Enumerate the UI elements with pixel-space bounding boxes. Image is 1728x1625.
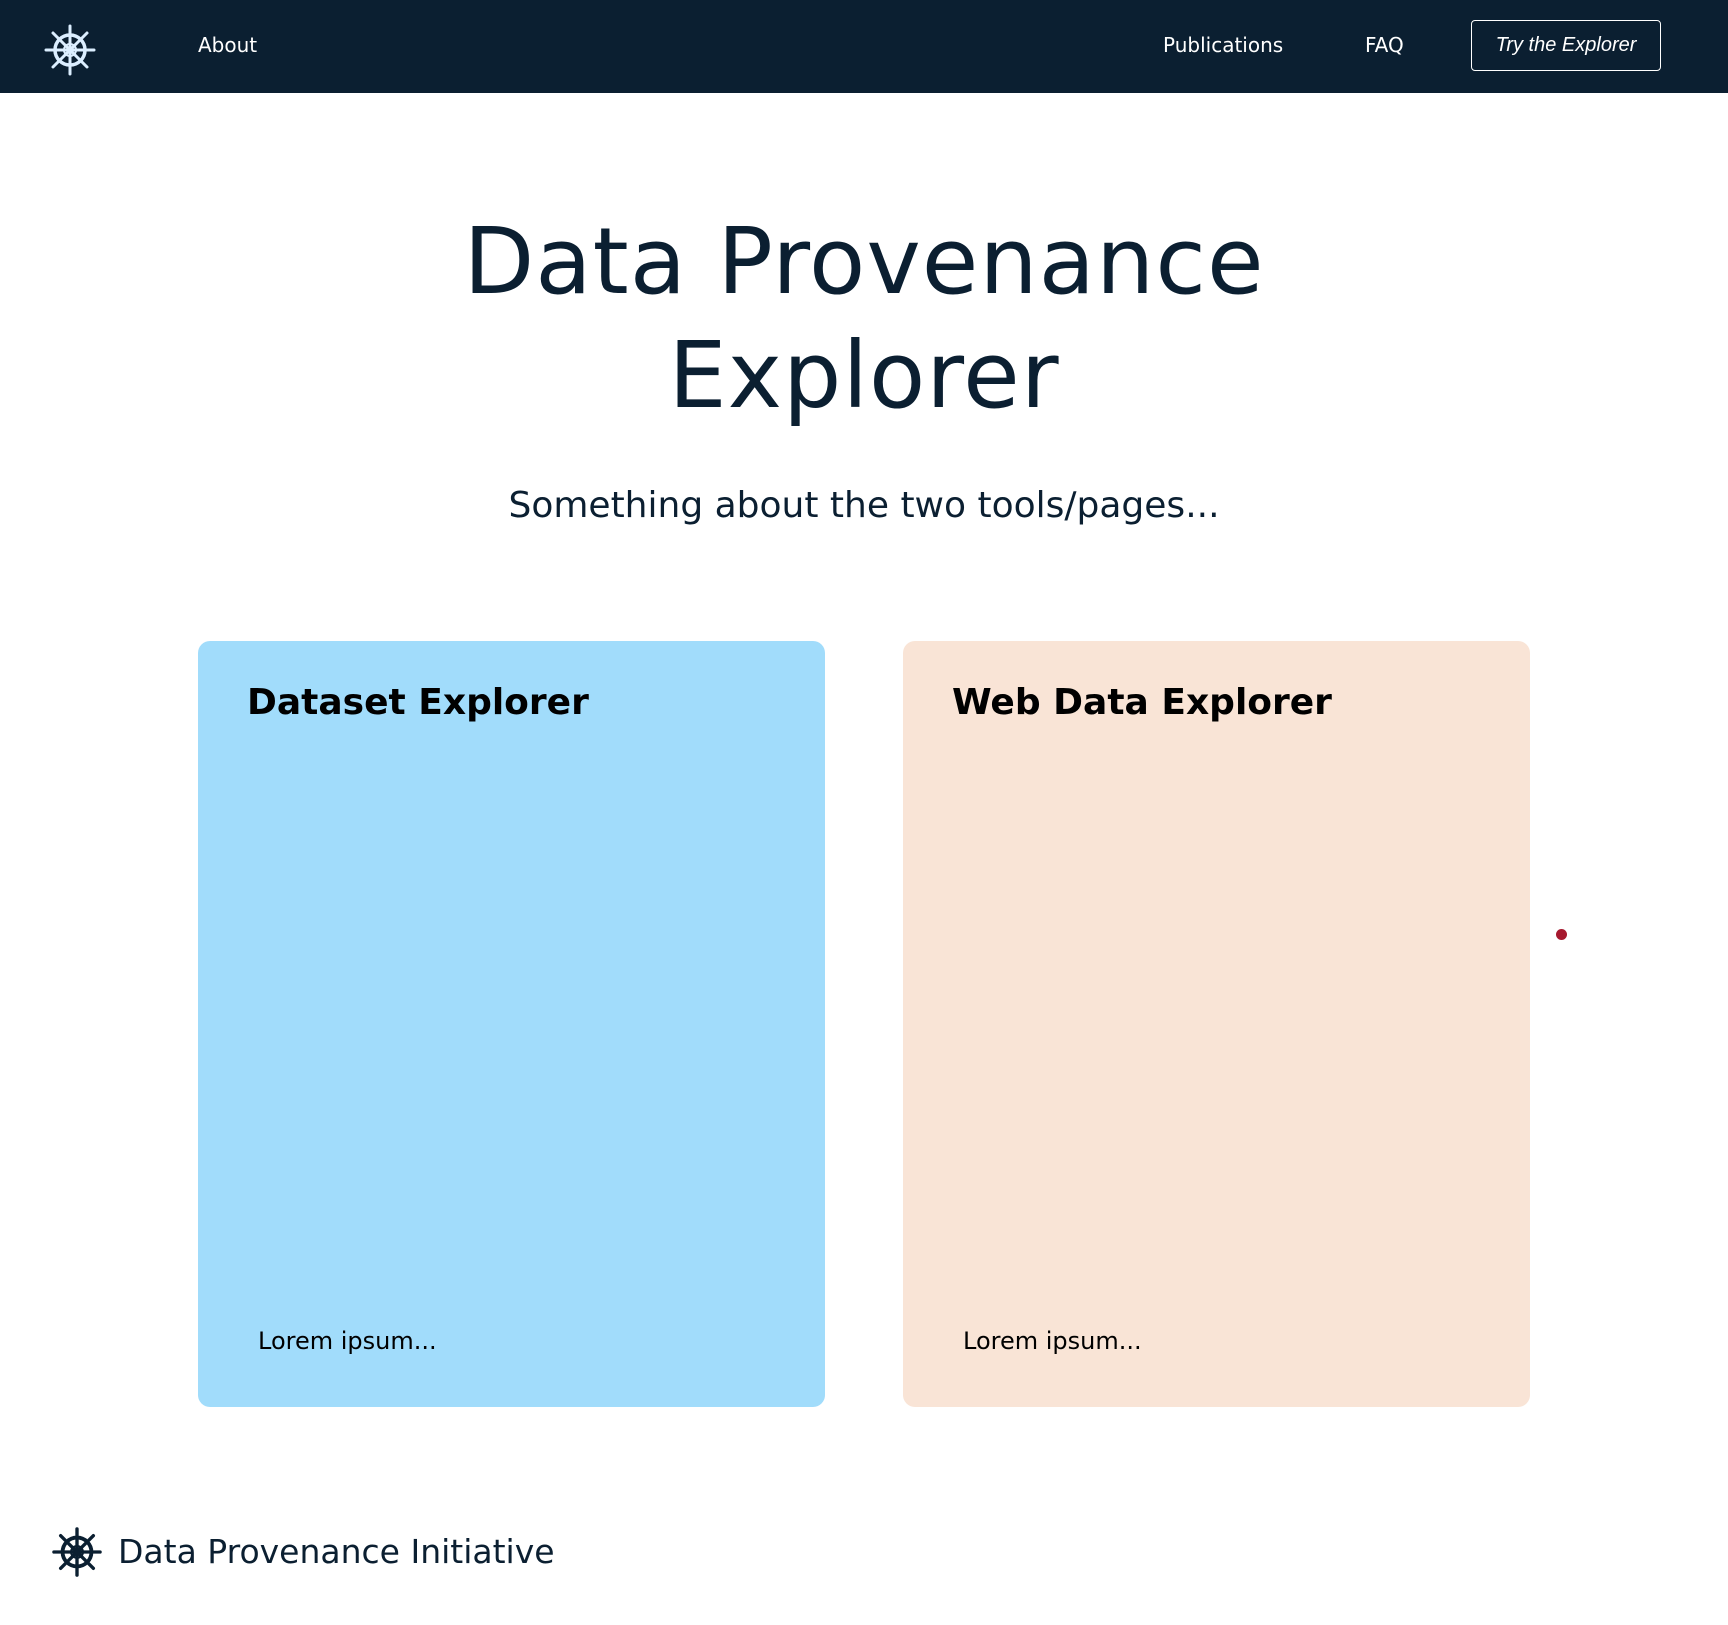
dataset-explorer-card[interactable]: Dataset Explorer Lorem ipsum...: [198, 641, 825, 1407]
top-navbar: About Publications FAQ Try the Explorer: [0, 0, 1728, 93]
page-title-line-2: Explorer: [668, 322, 1060, 429]
page-subtitle: Something about the two tools/pages...: [508, 485, 1220, 526]
nav-link-about[interactable]: About: [198, 30, 257, 60]
card-title: Dataset Explorer: [247, 682, 589, 723]
footer-brand: Data Provenance Initiative: [52, 1526, 555, 1578]
web-data-explorer-card[interactable]: Web Data Explorer Lorem ipsum...: [903, 641, 1530, 1407]
page-title: Data Provenance Explorer: [0, 205, 1728, 433]
footer-brand-name: Data Provenance Initiative: [118, 1532, 555, 1571]
ship-wheel-icon[interactable]: [44, 24, 96, 76]
indicator-dot: [1556, 929, 1567, 940]
card-title: Web Data Explorer: [952, 682, 1332, 723]
ship-wheel-icon: [52, 1527, 102, 1577]
card-description: Lorem ipsum...: [963, 1327, 1142, 1355]
nav-link-faq[interactable]: FAQ: [1365, 30, 1404, 60]
page-title-line-1: Data Provenance: [463, 208, 1265, 315]
nav-link-publications[interactable]: Publications: [1163, 30, 1283, 60]
try-explorer-button[interactable]: Try the Explorer: [1471, 20, 1661, 71]
card-description: Lorem ipsum...: [258, 1327, 437, 1355]
